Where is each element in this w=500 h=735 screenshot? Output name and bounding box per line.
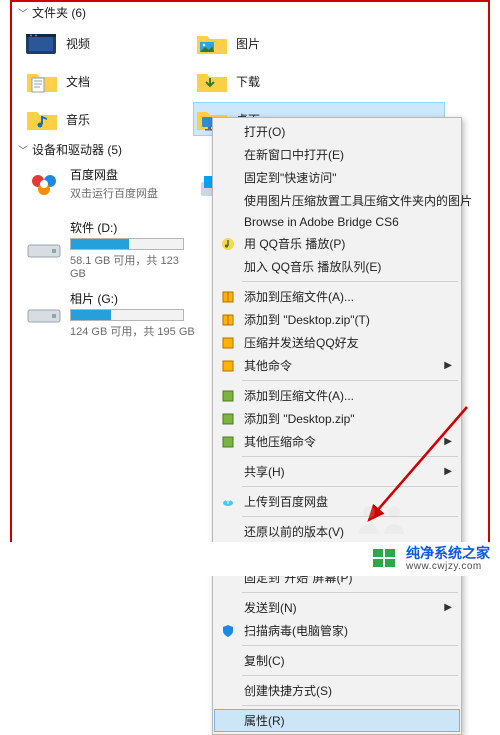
drive-name: 百度网盘 (70, 166, 158, 183)
menu-separator (242, 592, 458, 593)
menu-separator (242, 380, 458, 381)
archive-icon (220, 411, 236, 427)
menu-open-new-window[interactable]: 在新窗口中打开(E) (214, 143, 460, 166)
menu-qq-addlist[interactable]: 加入 QQ音乐 播放队列(E) (214, 255, 460, 278)
folder-label: 音乐 (66, 111, 90, 128)
archive-icon (220, 358, 236, 374)
drive-name: 软件 (D:) (70, 219, 196, 236)
menu-properties[interactable]: 属性(R) (214, 709, 460, 732)
archive-icon (220, 335, 236, 351)
qqmusic-icon (220, 236, 236, 252)
menu-qq-play[interactable]: 用 QQ音乐 播放(P) (214, 232, 460, 255)
watermark-footer: 纯净系统之家 www.cwjzy.com (0, 542, 500, 576)
shield-icon (220, 623, 236, 639)
folders-section-header[interactable]: ﹀ 文件夹 (6) (12, 2, 488, 23)
archive-icon (220, 434, 236, 450)
menu-separator (242, 486, 458, 487)
menu-open[interactable]: 打开(O) (214, 120, 460, 143)
archive-icon (220, 289, 236, 305)
watermark-url: www.cwjzy.com (406, 561, 490, 572)
watermark-people-icon (354, 502, 414, 536)
video-folder-icon (26, 29, 58, 57)
folder-music[interactable]: 音乐 (24, 103, 184, 135)
menu-separator (242, 516, 458, 517)
drive-usage-fill (71, 310, 111, 320)
menu-create-shortcut[interactable]: 创建快捷方式(S) (214, 679, 460, 702)
explorer-frame: ﹀ 文件夹 (6) 视频 图片 文档 下载 (10, 0, 490, 545)
menu-restore-previous[interactable]: 还原以前的版本(V) (214, 520, 460, 543)
drives-header-label: 设备和驱动器 (5) (32, 141, 122, 158)
menu-upload-baidu[interactable]: 上传到百度网盘 (214, 490, 460, 513)
context-menu: 打开(O) 在新窗口中打开(E) 固定到"快速访问" 使用图片压缩放置工具压缩文… (212, 117, 462, 735)
menu-compress-images[interactable]: 使用图片压缩放置工具压缩文件夹内的图片 (214, 189, 460, 212)
drive-g[interactable]: 相片 (G:) 124 GB 可用，共 195 GB (26, 290, 196, 339)
menu-add-archive-b[interactable]: 添加到压缩文件(A)... (214, 384, 460, 407)
drive-usage-bar (70, 309, 184, 321)
folder-pictures[interactable]: 图片 (194, 27, 354, 59)
menu-compress-qq[interactable]: 压缩并发送给QQ好友 (214, 331, 460, 354)
drive-baidu[interactable]: 百度网盘 双击运行百度网盘 (26, 166, 196, 201)
archive-icon (220, 312, 236, 328)
submenu-arrow-icon: ▶ (444, 602, 452, 613)
drive-usage-text: 124 GB 可用，共 195 GB (70, 323, 195, 339)
menu-add-desktop-zip2[interactable]: 添加到 "Desktop.zip" (214, 407, 460, 430)
menu-separator (242, 281, 458, 282)
submenu-arrow-icon: ▶ (444, 360, 452, 371)
folders-header-label: 文件夹 (6) (32, 4, 86, 21)
menu-add-archive-a[interactable]: 添加到压缩文件(A)... (214, 285, 460, 308)
menu-copy[interactable]: 复制(C) (214, 649, 460, 672)
baidu-cloud-icon (26, 168, 62, 200)
folder-video[interactable]: 视频 (24, 27, 184, 59)
menu-separator (242, 645, 458, 646)
menu-scan-virus[interactable]: 扫描病毒(电脑管家) (214, 619, 460, 642)
chevron-down-icon: ﹀ (18, 5, 28, 20)
menu-pin-quick-access[interactable]: 固定到"快速访问" (214, 166, 460, 189)
submenu-arrow-icon: ▶ (444, 466, 452, 477)
folder-label: 下载 (236, 73, 260, 90)
music-folder-icon (26, 105, 58, 133)
menu-other-compress[interactable]: 其他压缩命令 ▶ (214, 430, 460, 453)
menu-send-to[interactable]: 发送到(N)▶ (214, 596, 460, 619)
chevron-down-icon: ﹀ (18, 142, 28, 157)
menu-separator (242, 675, 458, 676)
folder-label: 文档 (66, 73, 90, 90)
site-logo-icon (372, 548, 398, 570)
folder-label: 图片 (236, 35, 260, 52)
drive-name: 相片 (G:) (70, 290, 195, 307)
drive-sub: 双击运行百度网盘 (70, 185, 158, 201)
submenu-arrow-icon: ▶ (444, 436, 452, 447)
menu-other-cmd[interactable]: 其他命令 ▶ (214, 354, 460, 377)
drive-d[interactable]: 软件 (D:) 58.1 GB 可用，共 123 GB (26, 219, 196, 280)
drive-usage-fill (71, 239, 129, 249)
drive-usage-text: 58.1 GB 可用，共 123 GB (70, 252, 196, 280)
archive-icon (220, 388, 236, 404)
menu-separator (242, 456, 458, 457)
folder-documents[interactable]: 文档 (24, 65, 184, 97)
pictures-folder-icon (196, 29, 228, 57)
downloads-folder-icon (196, 67, 228, 95)
drive-usage-bar (70, 238, 184, 250)
menu-separator (242, 705, 458, 706)
documents-folder-icon (26, 67, 58, 95)
menu-add-desktop-zip[interactable]: 添加到 "Desktop.zip"(T) (214, 308, 460, 331)
folder-label: 视频 (66, 35, 90, 52)
watermark-title: 纯净系统之家 (406, 546, 490, 561)
hard-drive-icon (26, 234, 62, 266)
menu-browse-bridge[interactable]: Browse in Adobe Bridge CS6 (214, 212, 460, 232)
hard-drive-icon (26, 299, 62, 331)
folder-downloads[interactable]: 下载 (194, 65, 354, 97)
menu-share[interactable]: 共享(H)▶ (214, 460, 460, 483)
cloud-upload-icon (220, 494, 236, 510)
